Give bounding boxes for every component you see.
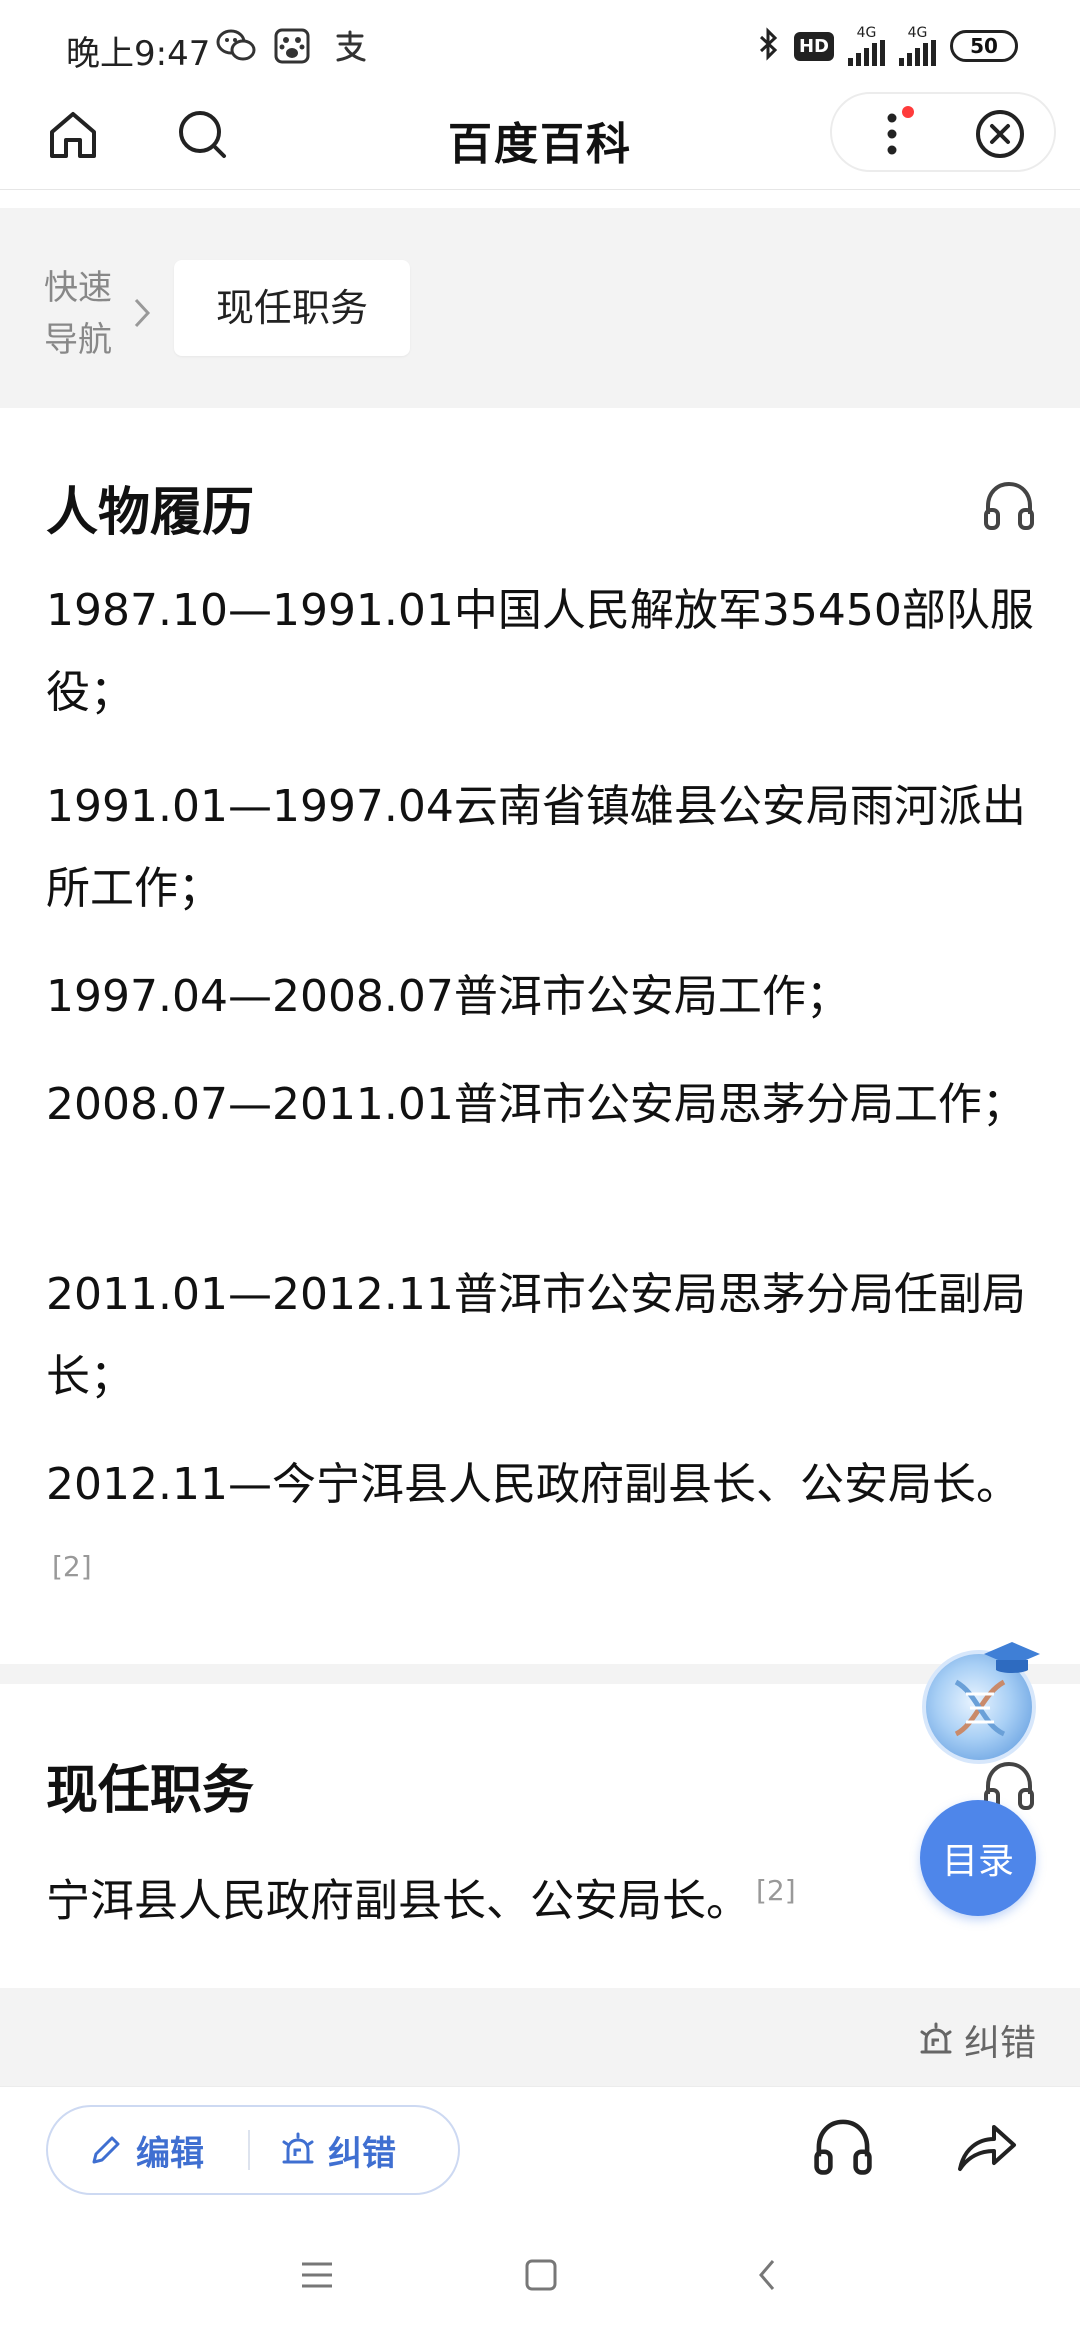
alarm-light-icon bbox=[282, 2132, 314, 2164]
section-title-career: 人物履历 bbox=[46, 483, 255, 543]
current-post-text: 宁洱县人民政府副县长、公安局长。 [2] bbox=[46, 1850, 1036, 1943]
back-button[interactable] bbox=[742, 2250, 792, 2300]
status-time: 晚上9:47 bbox=[66, 34, 211, 74]
quick-nav: 快速导航 现任职务 bbox=[0, 208, 1080, 408]
section-title-current-post: 现任职务 bbox=[46, 1761, 255, 1821]
career-entry: 2008.07—2011.01普洱市公安局思茅分局工作； bbox=[46, 1064, 1036, 1146]
share-button[interactable] bbox=[954, 2115, 1020, 2177]
career-entry: 1987.10—1991.01中国人民解放军35450部队服役； bbox=[46, 570, 1036, 734]
status-app-icons bbox=[216, 28, 372, 64]
wechat-icon bbox=[216, 28, 256, 64]
current-post-section: 现任职务 宁洱县人民政府副县长、公安局长。 [2] bbox=[0, 1684, 1080, 1988]
report-error-link[interactable]: 纠错 bbox=[918, 2014, 1036, 2066]
signal-1: 4G bbox=[848, 26, 885, 66]
square-icon bbox=[525, 2259, 557, 2291]
mini-program-capsule bbox=[830, 92, 1056, 172]
signal-bars-icon bbox=[899, 40, 936, 66]
headphones-icon bbox=[984, 481, 1034, 530]
career-entry: 1997.04—2008.07普洱市公安局工作； bbox=[46, 956, 1036, 1038]
signal-2: 4G bbox=[899, 26, 936, 66]
career-entry: 1991.01—1997.04云南省镇雄县公安局雨河派出所工作； bbox=[46, 766, 1036, 930]
table-of-contents-button[interactable]: 目录 bbox=[920, 1800, 1036, 1916]
close-button[interactable] bbox=[970, 104, 1030, 164]
section-divider bbox=[0, 1664, 1080, 1684]
citation-ref[interactable]: [2] bbox=[52, 1550, 92, 1583]
career-entry-text: 1997.04—2008.07普洱市公安局工作； bbox=[46, 971, 850, 1022]
career-section: 人物履历 1987.10—1991.01中国人民解放军35450部队服役； 19… bbox=[0, 408, 1080, 1660]
system-nav-bar bbox=[0, 2210, 1080, 2340]
signal-bars-icon bbox=[848, 40, 885, 66]
current-post-body: 宁洱县人民政府副县长、公安局长。 bbox=[46, 1875, 750, 1927]
career-entry: 2011.01—2012.11普洱市公安局思茅分局任副局长； bbox=[46, 1254, 1036, 1418]
chevron-left-icon bbox=[759, 2260, 775, 2290]
status-indicators: HD 4G 4G 50 bbox=[758, 26, 1018, 66]
listen-button-career[interactable] bbox=[982, 478, 1036, 532]
report-error-button[interactable]: 纠错 bbox=[250, 2107, 396, 2193]
edit-button[interactable]: 编辑 bbox=[48, 2107, 248, 2193]
quick-nav-label: 快速导航 bbox=[44, 268, 112, 360]
bottom-toolbar: 编辑 纠错 bbox=[0, 2086, 1080, 2210]
floating-avatar-button[interactable] bbox=[922, 1642, 1040, 1764]
career-entry-text: 2011.01—2012.11普洱市公安局思茅分局任副局长； bbox=[46, 1269, 1026, 1402]
menu-lines-icon bbox=[302, 2262, 332, 2288]
edit-report-pill: 编辑 纠错 bbox=[46, 2105, 460, 2195]
hd-badge: HD bbox=[793, 31, 834, 61]
career-entry-text: 2008.07—2011.01普洱市公安局思茅分局工作； bbox=[46, 1079, 1026, 1130]
network-type-label: 4G bbox=[856, 25, 877, 41]
baidu-paw-icon bbox=[274, 28, 314, 64]
listen-button[interactable] bbox=[812, 2115, 874, 2177]
career-entry-text: 1991.01—1997.04云南省镇雄县公安局雨河派出所工作； bbox=[46, 781, 1026, 914]
home-square-button[interactable] bbox=[516, 2250, 566, 2300]
career-entry: 2012.11—今宁洱县人民政府副县长、公安局长。 [2] bbox=[46, 1444, 1036, 1619]
more-options-button[interactable] bbox=[870, 106, 926, 162]
career-entry-text: 2012.11—今宁洱县人民政府副县长、公安局长。 bbox=[46, 1459, 1020, 1510]
edit-label: 编辑 bbox=[136, 2133, 204, 2174]
citation-ref[interactable]: [2] bbox=[756, 1874, 796, 1907]
share-arrow-icon bbox=[958, 2125, 1016, 2171]
battery-indicator: 50 bbox=[950, 30, 1018, 62]
headphones-icon bbox=[814, 2119, 872, 2175]
alipay-icon bbox=[332, 28, 372, 64]
close-circle-icon bbox=[976, 110, 1024, 158]
status-bar: 晚上9:47 HD 4G 4G 50 bbox=[0, 0, 1080, 92]
alarm-light-icon bbox=[920, 2022, 952, 2054]
quick-nav-chip-current-post[interactable]: 现任职务 bbox=[174, 260, 411, 356]
footer-band: 纠错 bbox=[0, 1988, 1080, 2086]
chevron-right-icon bbox=[132, 296, 152, 339]
report-error-label: 纠错 bbox=[963, 2023, 1036, 2064]
menu-button[interactable] bbox=[292, 2250, 342, 2300]
graduation-cap-icon bbox=[984, 1642, 1040, 1673]
network-type-label: 4G bbox=[907, 25, 928, 41]
career-entry-text: 1987.10—1991.01中国人民解放军35450部队服役； bbox=[46, 585, 1034, 718]
pencil-icon bbox=[92, 2136, 120, 2164]
more-dots-icon bbox=[887, 106, 914, 155]
top-nav: 百度百科 bbox=[0, 92, 1080, 190]
bluetooth-icon bbox=[758, 27, 780, 65]
report-error-toolbar-label: 纠错 bbox=[328, 2133, 396, 2174]
